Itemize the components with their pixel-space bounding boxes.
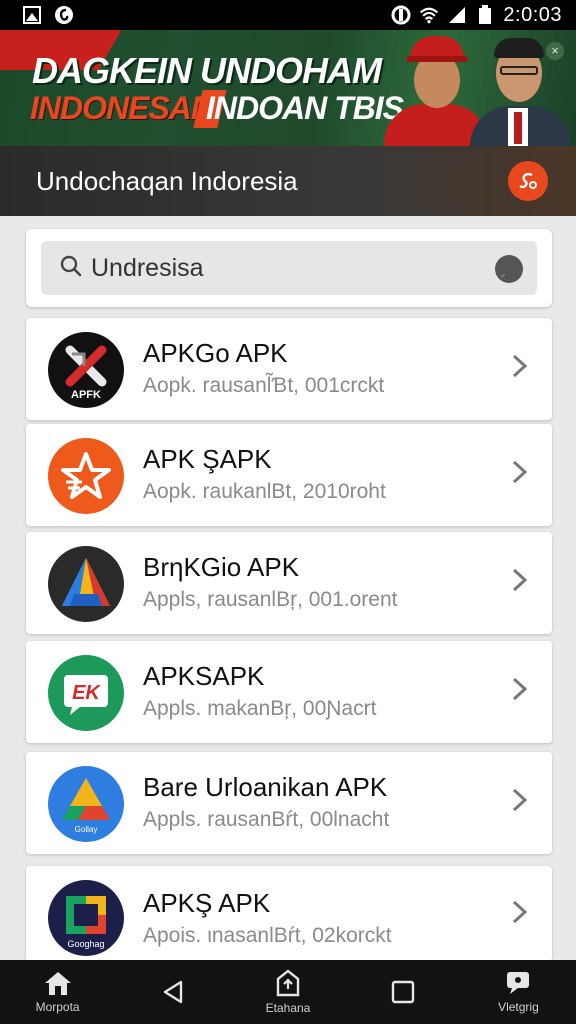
banner-subheadline-right: INDOAN TBIS — [206, 90, 404, 126]
nav-share[interactable]: Etahana — [230, 960, 345, 1024]
drive-icon: Gollay — [48, 766, 124, 842]
app-icon-label: APFK — [71, 389, 101, 401]
search-icon — [59, 254, 83, 283]
list-item[interactable]: APK ŞAPK Aopk. raukanlBt, 2010roht — [26, 424, 552, 526]
app-subtitle: Appls. makanBŗ, 00Ɲacrt — [143, 697, 377, 720]
app-icon-label: Googhag — [67, 939, 104, 949]
triangle-icon — [48, 546, 124, 622]
app-title: Bare Urloanikan APK — [143, 772, 388, 802]
list-item[interactable]: Gollay Bare Urloanikan APK Appls. rausan… — [26, 752, 552, 854]
list-item[interactable]: EK APKSAPK Appls. makanBŗ, 00Ɲacrt — [26, 641, 552, 743]
cast-icon[interactable] — [508, 161, 548, 201]
share-icon — [276, 969, 300, 997]
nav-back[interactable] — [115, 960, 230, 1024]
nav-home[interactable]: Morpota — [0, 960, 115, 1024]
nav-messages[interactable]: Vletgrig — [461, 960, 576, 1024]
chevron-right-icon — [512, 788, 528, 812]
app-icon-label: Gollay — [75, 825, 98, 834]
search-value: Undresisa — [91, 253, 204, 282]
signal-icon — [447, 5, 467, 25]
search-input[interactable]: Undresisa — [41, 241, 537, 295]
nav-label: Etahana — [265, 1001, 311, 1015]
banner-subheadline-left: INDONESAN — [30, 90, 214, 126]
nav-label: Vletgrig — [498, 1000, 539, 1014]
home-icon — [44, 972, 71, 995]
app-badge-icon — [54, 5, 74, 25]
list-item[interactable]: BrηKGio APK Appls, rausanlBŗ, 001.orent — [26, 532, 552, 634]
chevron-right-icon — [512, 354, 528, 378]
voice-search-icon[interactable] — [495, 255, 523, 283]
list-item[interactable]: Googhag APKŞ APK Apois. ιnasanlBŕt, 02ko… — [26, 866, 552, 962]
nav-label: Morpota — [35, 1000, 80, 1014]
battery-icon — [475, 5, 495, 25]
close-icon[interactable]: × — [546, 42, 564, 60]
square-icon: Googhag — [48, 880, 124, 956]
chevron-right-icon — [512, 568, 528, 592]
chat-bubble-icon — [507, 972, 530, 994]
app-subtitle: Aopk. raukanlBt, 2010roht — [143, 480, 386, 503]
star-icon — [48, 438, 124, 514]
page-title: Undochaqan Indoresia — [36, 165, 298, 196]
app-subtitle: Appls, rausanlBŗ, 001.orent — [143, 588, 398, 611]
chevron-right-icon — [512, 900, 528, 924]
app-icon-label: EK — [72, 682, 101, 704]
banner-headline: DAGKEIN UNDOHAM — [32, 50, 382, 91]
chevron-right-icon — [512, 460, 528, 484]
bottom-nav: Morpota Etahana Vletgrig — [0, 960, 576, 1024]
app-subtitle: Appls. rausanBŕt, 00lnacht — [143, 808, 390, 831]
list-item[interactable]: APFK APKGo APK Aopk. rausanl̃Ɓt, 001crck… — [26, 318, 552, 420]
status-clock: 2:0:03 — [503, 3, 562, 26]
back-icon — [163, 980, 182, 1004]
nav-recents[interactable] — [346, 960, 461, 1024]
search-card: Undresisa — [26, 229, 552, 307]
recents-icon — [392, 980, 415, 1004]
apk-x-icon: APFK — [48, 332, 124, 408]
status-bar: 2:0:03 — [0, 0, 576, 30]
app-subtitle: Apois. ιnasanlBŕt, 02korckt — [143, 924, 392, 947]
app-title: BrηKGio APK — [143, 552, 300, 582]
wifi-icon — [419, 5, 439, 25]
app-title: APKSAPK — [143, 661, 265, 691]
chat-icon: EK — [48, 655, 124, 731]
sync-icon — [391, 5, 411, 25]
promo-banner[interactable]: DAGKEIN UNDOHAM INDONESAN INDOAN TBIS × — [0, 30, 576, 146]
image-icon — [22, 5, 42, 25]
app-screen: 2:0:03 DAGKEIN UNDOHAM INDONESAN INDOAN … — [0, 0, 576, 1024]
chevron-right-icon — [512, 677, 528, 701]
app-header: Undochaqan Indoresia — [0, 146, 576, 216]
app-title: APK ŞAPK — [143, 444, 272, 474]
app-title: APKGo APK — [143, 338, 288, 368]
app-subtitle: Aopk. rausanl̃Ɓt, 001crckt — [143, 374, 385, 397]
app-title: APKŞ APK — [143, 888, 271, 918]
